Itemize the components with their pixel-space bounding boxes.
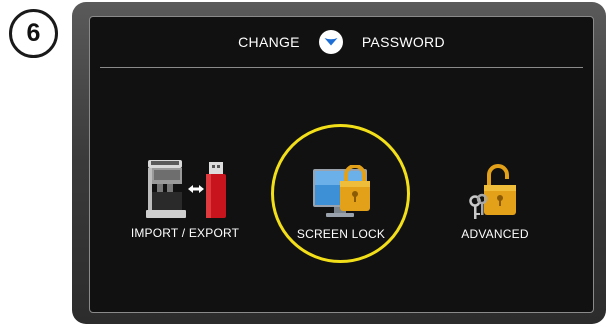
screen-lock-tile[interactable]: SCREEN LOCK — [271, 165, 411, 241]
advanced-tile[interactable]: ADVANCED — [425, 161, 565, 241]
step-number-badge: 6 — [9, 9, 58, 58]
password-button[interactable]: PASSWORD — [356, 30, 451, 54]
header-divider — [100, 67, 583, 68]
padlock-keys-icon — [425, 161, 565, 221]
change-button[interactable]: CHANGE — [232, 30, 306, 54]
step-number: 6 — [26, 19, 41, 47]
screen-lock-label: SCREEN LOCK — [296, 227, 386, 241]
down-chevron-circle-icon[interactable] — [318, 29, 344, 55]
coffee-machine-usb-transfer-icon — [115, 158, 255, 220]
import-export-tile[interactable]: IMPORT / EXPORT — [115, 158, 255, 240]
import-export-label: IMPORT / EXPORT — [130, 226, 240, 240]
monitor-padlock-icon — [271, 165, 411, 221]
advanced-label: ADVANCED — [461, 227, 529, 241]
screen-header: CHANGE PASSWORD — [90, 17, 593, 67]
